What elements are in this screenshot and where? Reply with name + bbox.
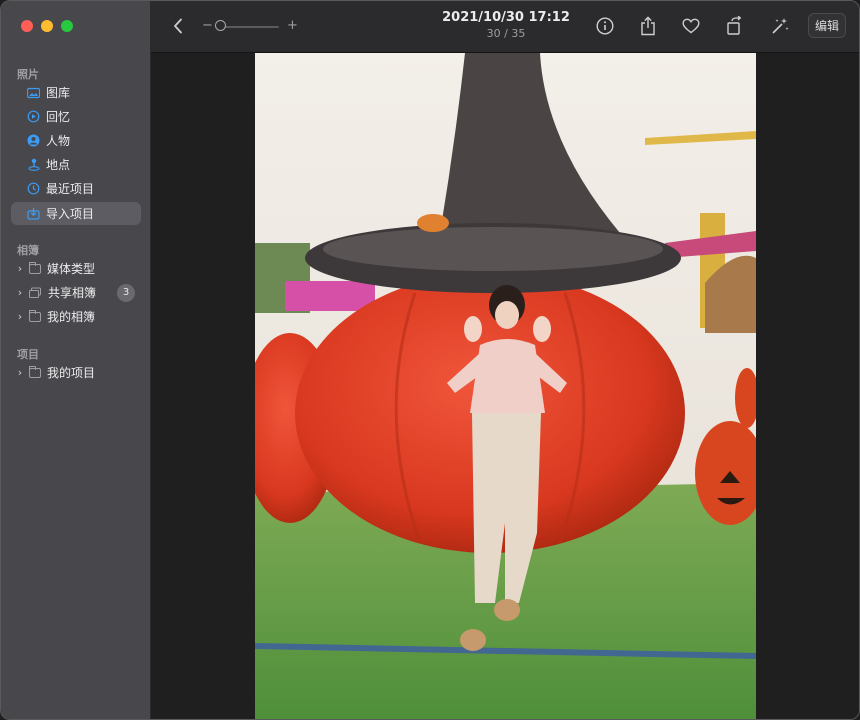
folder-icon	[29, 261, 41, 274]
section-title-projects: 项目	[17, 348, 39, 361]
sidebar-item-label: 导入项目	[46, 207, 95, 221]
sidebar-item-my-albums[interactable]: › 我的相簿	[11, 305, 141, 328]
sidebar-item-label: 地点	[46, 158, 71, 172]
sidebar-item-imports[interactable]: 导入项目	[11, 202, 141, 225]
share-icon	[641, 16, 655, 36]
share-button[interactable]	[637, 15, 659, 37]
folder-icon	[29, 365, 41, 378]
rotate-icon	[727, 16, 742, 35]
info-button[interactable]	[594, 15, 616, 37]
sidebar-item-label: 人物	[46, 134, 71, 148]
fullscreen-window-button[interactable]	[61, 20, 73, 32]
photo-viewer	[151, 53, 859, 719]
section-title-albums: 相簿	[17, 244, 39, 257]
info-icon	[596, 17, 614, 35]
sidebar-item-places[interactable]: 地点	[11, 153, 141, 176]
minimize-window-button[interactable]	[41, 20, 53, 32]
folder-icon	[29, 309, 41, 322]
sidebar-item-label: 共享相簿	[48, 286, 97, 300]
zoom-slider[interactable]: − +	[199, 17, 299, 35]
sidebar-item-recents[interactable]: 最近项目	[11, 177, 141, 200]
back-button[interactable]	[167, 15, 189, 37]
window-controls	[21, 20, 73, 32]
sidebar-item-label: 我的项目	[47, 366, 96, 380]
sidebar-item-media-types[interactable]: › 媒体类型	[11, 257, 141, 280]
imports-icon	[27, 207, 40, 220]
sidebar: 照片 图库 回忆 人物 地点 最近项目 导入项目 相簿 › 媒体类型 › 共享相…	[1, 1, 151, 719]
sidebar-item-shared-albums[interactable]: › 共享相簿 3	[11, 281, 141, 304]
close-window-button[interactable]	[21, 20, 33, 32]
sidebar-item-label: 图库	[46, 86, 71, 100]
rotate-button[interactable]	[724, 15, 746, 37]
toolbar: − + 2021/10/30 17:12 30 / 35 编辑	[151, 1, 859, 53]
zoom-out-icon[interactable]: −	[202, 17, 213, 35]
zoom-in-icon[interactable]: +	[287, 17, 298, 35]
chevron-left-icon	[174, 18, 182, 34]
shared-albums-count-badge: 3	[117, 283, 135, 302]
chevron-right-icon[interactable]: ›	[15, 286, 25, 299]
heart-icon	[682, 18, 700, 34]
halloween-pumpkin-photo[interactable]	[255, 53, 756, 719]
sidebar-item-label: 媒体类型	[47, 262, 96, 276]
places-icon	[27, 158, 40, 171]
sidebar-item-label: 回忆	[46, 110, 71, 124]
sidebar-item-library[interactable]: 图库	[11, 81, 141, 104]
sidebar-item-memories[interactable]: 回忆	[11, 105, 141, 128]
section-title-photos: 照片	[17, 68, 39, 81]
photos-window: 照片 图库 回忆 人物 地点 最近项目 导入项目 相簿 › 媒体类型 › 共享相…	[0, 0, 860, 720]
photo-date: 2021/10/30 17:12	[442, 10, 570, 25]
photo-counter: 30 / 35	[486, 27, 526, 40]
chevron-right-icon[interactable]: ›	[15, 366, 25, 379]
zoom-slider-knob[interactable]	[215, 20, 226, 31]
recents-icon	[27, 182, 40, 195]
chevron-right-icon[interactable]: ›	[15, 262, 25, 275]
magic-wand-icon	[772, 18, 789, 34]
auto-enhance-button[interactable]	[769, 15, 791, 37]
favorite-button[interactable]	[680, 15, 702, 37]
sidebar-item-people[interactable]: 人物	[11, 129, 141, 152]
sidebar-item-my-projects[interactable]: › 我的项目	[11, 361, 141, 384]
photo-library-icon	[27, 86, 40, 99]
chevron-right-icon[interactable]: ›	[15, 310, 25, 323]
edit-button[interactable]: 编辑	[808, 13, 846, 38]
shared-albums-icon	[29, 286, 42, 299]
photo-title: 2021/10/30 17:12 30 / 35	[421, 10, 591, 40]
sidebar-item-label: 我的相簿	[47, 310, 96, 324]
people-icon	[27, 134, 40, 147]
memories-icon	[27, 110, 40, 123]
sidebar-item-label: 最近项目	[46, 182, 95, 196]
